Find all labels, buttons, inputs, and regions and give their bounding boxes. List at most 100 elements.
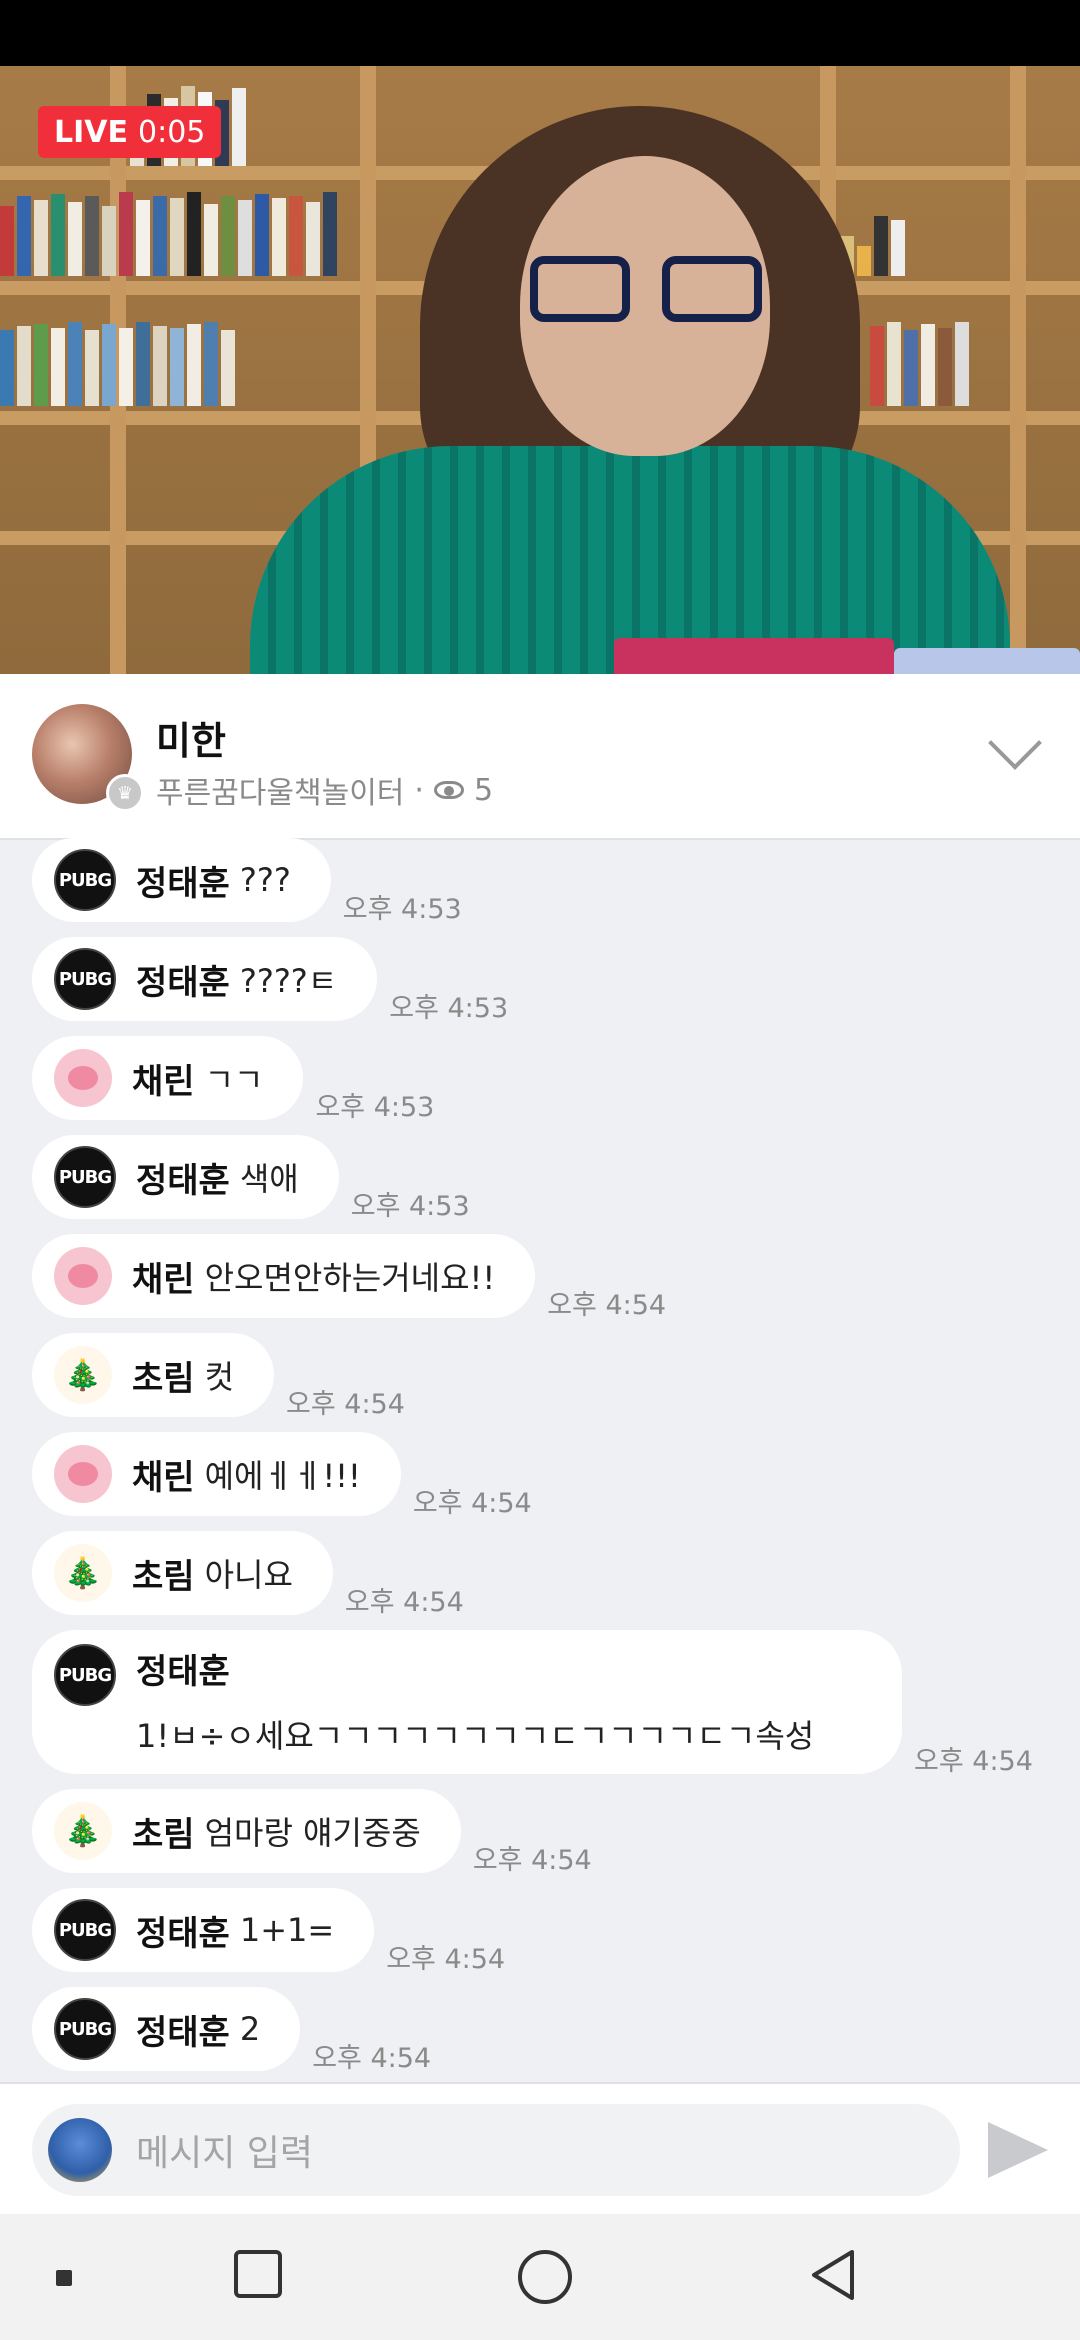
- chat-username: 채린: [132, 1259, 195, 1300]
- chat-username: 정태훈: [136, 863, 230, 904]
- chat-time: 오후 4:53: [350, 1191, 470, 1222]
- chat-time: 오후 4:54: [344, 1587, 464, 1618]
- eye-icon: [433, 781, 464, 799]
- chat-time: 오후 4:53: [389, 993, 509, 1024]
- channel-name: 푸른꿈다울책놀이터: [156, 776, 405, 811]
- chat-time: 오후 4:54: [914, 1746, 1033, 1777]
- chat-message: PUBG 정태훈 ??? 오후 4:53: [32, 838, 462, 925]
- chat-time: 오후 4:54: [312, 2043, 432, 2074]
- chat-list[interactable]: PUBG 정태훈 ??? 오후 4:53 PUBG 정태훈 ????ㅌ 오후 4…: [0, 838, 1080, 2082]
- user-avatar[interactable]: PUBG: [54, 1644, 116, 1706]
- chat-time: 오후 4:54: [412, 1488, 532, 1519]
- chat-time: 오후 4:53: [342, 894, 462, 925]
- user-avatar[interactable]: PUBG: [54, 1146, 116, 1208]
- chat-message: 채린 안오면안하는거네요!! 오후 4:54: [32, 1234, 666, 1321]
- system-nav-bar: [0, 2214, 1080, 2340]
- chat-bubble: PUBG 정태훈 ????ㅌ: [32, 937, 378, 1021]
- chat-bubble: 채린 예에ㅔㅔ!!!: [32, 1432, 401, 1516]
- chat-username: 정태훈: [136, 1913, 230, 1954]
- chat-bubble: 🎄 초림 아니요: [32, 1531, 333, 1615]
- chat-text: 엄마랑 얘기중중: [204, 1814, 421, 1852]
- chat-text: ???: [239, 861, 291, 899]
- shelf-divider: [1010, 66, 1026, 674]
- chat-message: PUBG 정태훈 1!ㅂ÷ㅇ세요ㄱㄱㄱㄱㄱㄱㄱㄱㄷㄱㄱㄱㄱㄷㄱ속성 오후 4:5…: [32, 1630, 1033, 1777]
- host-subtitle: 푸른꿈다울책놀이터 · 5: [156, 768, 493, 812]
- chat-text: ????ㅌ: [239, 962, 338, 1000]
- chat-username: 정태훈: [136, 1652, 230, 1692]
- chat-bubble: PUBG 정태훈 2: [32, 1987, 301, 2071]
- back-button[interactable]: [808, 2248, 858, 2302]
- chat-username: 초림: [132, 1814, 195, 1855]
- chat-text: 색애: [239, 1160, 299, 1198]
- books: [0, 318, 235, 406]
- chat-text: 1+1=: [239, 1911, 335, 1949]
- chat-time: 오후 4:54: [286, 1389, 405, 1420]
- stream-header: ♛ 미한 푸른꿈다울책놀이터 · 5: [0, 674, 1080, 840]
- books: [870, 318, 969, 406]
- streamer-glasses: [530, 256, 770, 326]
- chat-message: 🎄 초림 엄마랑 얘기중중 오후 4:54: [32, 1789, 592, 1876]
- chat-username: 초림: [132, 1556, 195, 1597]
- user-avatar[interactable]: [54, 1247, 112, 1305]
- user-avatar[interactable]: 🎄: [54, 1346, 112, 1404]
- user-avatar[interactable]: PUBG: [54, 948, 116, 1010]
- send-icon[interactable]: [988, 2122, 1048, 2178]
- user-avatar[interactable]: PUBG: [54, 1899, 116, 1961]
- user-avatar[interactable]: 🎄: [54, 1802, 112, 1860]
- my-avatar: [48, 2118, 112, 2182]
- chat-message: 🎄 초림 아니요 오후 4:54: [32, 1531, 464, 1618]
- user-avatar[interactable]: PUBG: [54, 849, 116, 911]
- user-avatar[interactable]: [54, 1445, 112, 1503]
- recents-button[interactable]: [234, 2250, 282, 2298]
- book-box-pink: [614, 638, 894, 674]
- chat-message: 🎄 초림 컷 오후 4:54: [32, 1333, 405, 1420]
- chat-message: PUBG 정태훈 2 오후 4:54: [32, 1987, 431, 2074]
- chat-username: 초림: [132, 1358, 195, 1399]
- live-elapsed: 0:05: [138, 114, 206, 150]
- crown-icon: ♛: [106, 774, 144, 812]
- chat-text: ㄱㄱ: [204, 1061, 264, 1099]
- user-avatar[interactable]: 🎄: [54, 1544, 112, 1602]
- user-avatar[interactable]: [54, 1049, 112, 1107]
- chat-text: 예에ㅔㅔ!!!: [204, 1457, 361, 1495]
- chat-message: PUBG 정태훈 1+1= 오후 4:54: [32, 1888, 505, 1975]
- chat-text: 안오면안하는거네요!!: [204, 1259, 496, 1297]
- chat-username: 정태훈: [136, 962, 230, 1003]
- chat-time: 오후 4:54: [386, 1944, 506, 1975]
- chat-bubble: PUBG 정태훈 1+1=: [32, 1888, 375, 1972]
- message-input-bar: 메시지 입력: [0, 2082, 1080, 2216]
- nav-menu-button[interactable]: [56, 2270, 72, 2286]
- chat-time: 오후 4:54: [547, 1290, 667, 1321]
- chat-text: 1!ㅂ÷ㅇ세요ㄱㄱㄱㄱㄱㄱㄱㄱㄷㄱㄱㄱㄱㄷㄱ속성: [136, 1717, 815, 1755]
- message-placeholder: 메시지 입력: [136, 2133, 314, 2174]
- chat-bubble: 채린 ㄱㄱ: [32, 1036, 304, 1120]
- chat-message: 채린 예에ㅔㅔ!!! 오후 4:54: [32, 1432, 532, 1519]
- chat-username: 채린: [132, 1457, 195, 1498]
- chat-time: 오후 4:53: [315, 1092, 435, 1123]
- host-name: 미한: [156, 719, 226, 763]
- user-avatar[interactable]: PUBG: [54, 1998, 116, 2060]
- book-box-blue: [894, 648, 1080, 674]
- chat-message: PUBG 정태훈 색애 오후 4:53: [32, 1135, 470, 1222]
- message-input[interactable]: 메시지 입력: [32, 2104, 960, 2196]
- live-label: LIVE: [54, 114, 128, 150]
- viewer-count: 5: [473, 772, 494, 808]
- chat-bubble: 🎄 초림 컷: [32, 1333, 275, 1417]
- books: [0, 188, 337, 276]
- chat-text: 아니요: [204, 1556, 293, 1594]
- status-bar: [0, 0, 1080, 66]
- chat-username: 정태훈: [136, 2012, 230, 2053]
- chat-bubble: PUBG 정태훈 ???: [32, 838, 331, 922]
- home-button[interactable]: [518, 2250, 572, 2304]
- chat-bubble: PUBG 정태훈 1!ㅂ÷ㅇ세요ㄱㄱㄱㄱㄱㄱㄱㄱㄷㄱㄱㄱㄱㄷㄱ속성: [32, 1630, 902, 1774]
- chat-username: 정태훈: [136, 1160, 230, 1201]
- chat-message: 채린 ㄱㄱ 오후 4:53: [32, 1036, 434, 1123]
- chat-bubble: PUBG 정태훈 색애: [32, 1135, 339, 1219]
- chat-text: 2: [239, 2010, 261, 2048]
- chat-message: PUBG 정태훈 ????ㅌ 오후 4:53: [32, 937, 508, 1024]
- chat-username: 채린: [132, 1061, 195, 1102]
- live-badge: LIVE 0:05: [38, 106, 222, 158]
- chat-body: 정태훈 1!ㅂ÷ㅇ세요ㄱㄱㄱㄱㄱㄱㄱㄱㄷㄱㄱㄱㄱㄷㄱ속성: [136, 1644, 814, 1757]
- chat-bubble: 🎄 초림 엄마랑 얘기중중: [32, 1789, 461, 1873]
- chat-text: 컷: [204, 1358, 235, 1396]
